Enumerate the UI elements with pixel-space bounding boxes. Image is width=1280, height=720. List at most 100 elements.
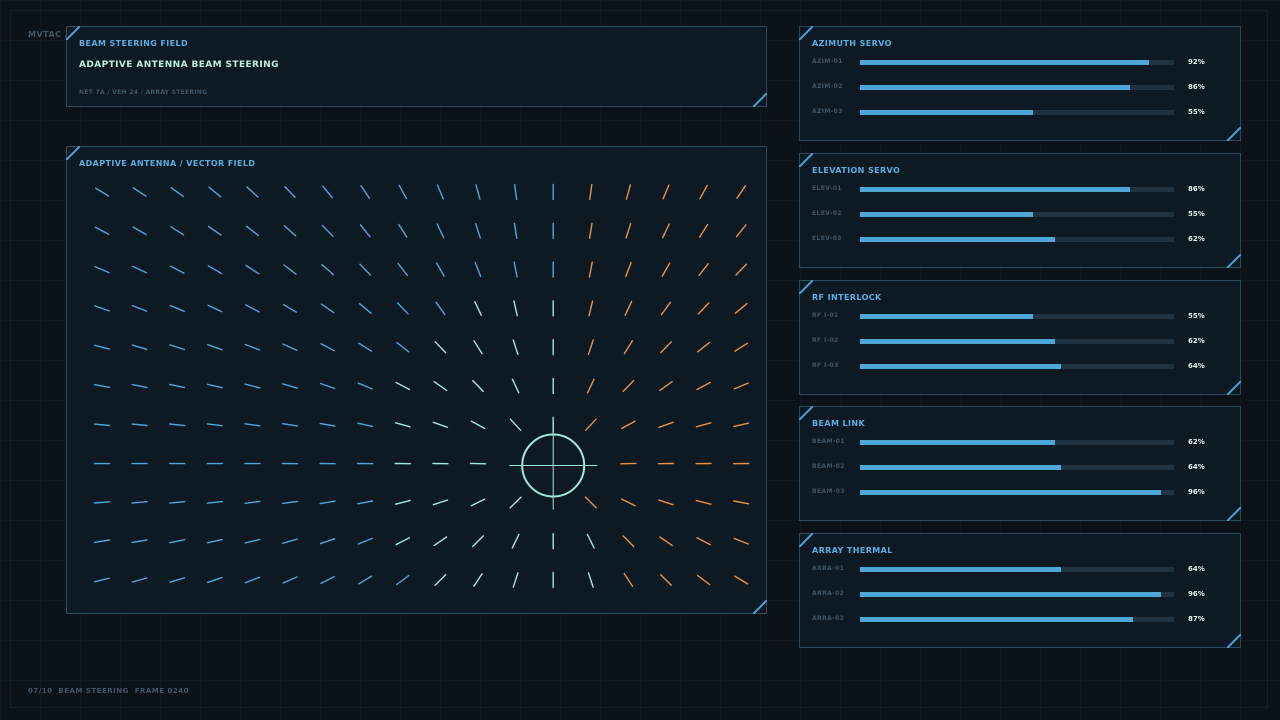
metric-label: ELEV-01 [812, 184, 842, 192]
field-vector [395, 537, 411, 546]
field-vector [169, 265, 185, 274]
field-vector [207, 225, 222, 236]
field-vector [358, 302, 372, 314]
field-vector [734, 342, 749, 352]
metric-value: 92% [1188, 58, 1205, 66]
field-vector [394, 422, 411, 428]
metric-row: AZIM-02 86% [812, 81, 1212, 93]
metric-row: ELEV-02 55% [812, 208, 1212, 220]
metric-value: 64% [1188, 463, 1205, 472]
field-vector [93, 539, 111, 544]
field-vector [733, 422, 750, 428]
metric-row: RF I-01 55% [812, 310, 1212, 322]
field-vector [244, 383, 261, 389]
field-vector [658, 499, 674, 506]
field-vector [206, 576, 223, 584]
field-vector [474, 261, 482, 278]
field-vector [131, 304, 148, 312]
metric-bar [860, 440, 1055, 446]
metric-value: 86% [1188, 184, 1205, 193]
field-vector [734, 575, 749, 585]
vector-field-panel: ADAPTIVE ANTENNA / VECTOR FIELD [66, 146, 767, 614]
field-vector [659, 380, 673, 392]
metric-value: 64% [1188, 565, 1205, 573]
metric-bar [860, 211, 1033, 217]
field-vector [658, 421, 674, 428]
metric-track [860, 592, 1174, 597]
field-vector [621, 498, 636, 507]
field-vector [168, 423, 186, 427]
vector-field-plot[interactable] [67, 147, 766, 613]
corner-accent [799, 406, 813, 420]
metric-track [860, 440, 1174, 446]
metric-label: RF I-03 [812, 361, 839, 369]
field-vector [206, 423, 223, 427]
field-vector [397, 262, 409, 277]
corner-accent [1227, 507, 1241, 521]
field-vector [474, 300, 482, 316]
metric-row: RF I-03 64% [812, 360, 1212, 372]
metric-bar [860, 236, 1055, 242]
metric-bar [860, 567, 1061, 572]
field-vector [206, 538, 223, 544]
field-vector [319, 382, 336, 390]
field-vector [623, 573, 634, 587]
field-vector [206, 343, 223, 351]
field-vector [132, 265, 148, 274]
field-vector [625, 222, 632, 239]
field-vector [169, 344, 186, 351]
field-vector [360, 185, 371, 199]
field-vector [511, 378, 520, 394]
field-vector [588, 222, 593, 239]
field-vector [695, 499, 712, 505]
metric-row: ELEV-03 62% [812, 233, 1212, 245]
field-vector [282, 303, 298, 313]
metric-track [860, 60, 1174, 65]
metric-track [860, 236, 1174, 242]
metric-value: 55% [1188, 209, 1205, 218]
field-vector [660, 341, 672, 354]
field-vector [588, 261, 593, 278]
metric-label: ARRA-02 [812, 590, 845, 597]
field-vector [475, 184, 481, 200]
field-vector [432, 421, 449, 428]
field-vector [621, 420, 636, 430]
field-vector [395, 381, 411, 391]
field-vector [244, 576, 261, 584]
field-vector [245, 304, 260, 313]
metric-bar [860, 60, 1149, 65]
field-vector [586, 378, 595, 394]
field-vector [662, 184, 670, 200]
metric-row: BEAM-01 62% [812, 436, 1212, 448]
field-vector [513, 300, 518, 317]
beam-focus-reticle[interactable] [509, 421, 598, 510]
breadcrumb[interactable]: MVTAC / [28, 30, 68, 39]
field-vector [132, 187, 147, 197]
field-vector [587, 339, 594, 356]
metric-bar [860, 85, 1131, 90]
field-vector [281, 500, 299, 505]
field-vector [132, 226, 147, 236]
group-panel: ARRAY THERMAL ARRA-01 64% ARRA-02 96% ARRA-03… [799, 533, 1241, 648]
field-vector [472, 535, 484, 548]
metric-bar [860, 338, 1055, 344]
field-vector [94, 577, 110, 583]
group-title: ELEVATION SERVO [812, 165, 901, 175]
metric-label: BEAM-03 [812, 488, 845, 496]
field-vector [131, 577, 148, 583]
field-vector [207, 304, 223, 313]
corner-accent [799, 153, 813, 167]
field-vector [169, 539, 186, 544]
metric-track [860, 363, 1174, 369]
field-vector [511, 533, 520, 549]
field-vector [319, 500, 336, 505]
field-vector [509, 496, 522, 509]
field-vector [434, 574, 447, 586]
field-vector [623, 340, 634, 355]
field-vector [584, 496, 597, 509]
field-vector [432, 499, 449, 506]
field-vector [624, 300, 633, 316]
field-vector [283, 264, 297, 275]
field-vector [319, 538, 336, 545]
metric-row: ARRA-01 64% [812, 563, 1212, 575]
